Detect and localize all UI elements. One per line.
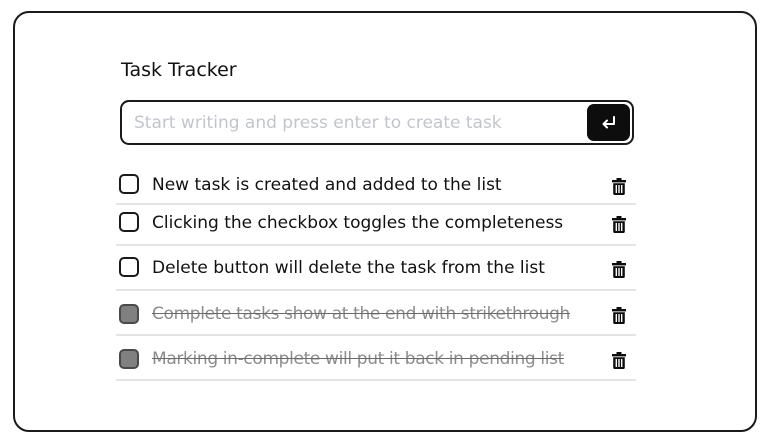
delete-task-button[interactable] xyxy=(610,259,628,279)
task-checkbox[interactable] xyxy=(119,212,139,232)
new-task-input[interactable] xyxy=(122,102,582,143)
task-item-completed: Complete tasks show at the end with stri… xyxy=(116,291,636,336)
task-checkbox[interactable] xyxy=(119,349,139,369)
task-item-completed: Marking in-complete will put it back in … xyxy=(116,336,636,381)
trash-icon xyxy=(612,306,626,324)
delete-task-button[interactable] xyxy=(610,305,628,325)
delete-task-button[interactable] xyxy=(610,176,628,196)
task-item: Clicking the checkbox toggles the comple… xyxy=(116,205,636,246)
trash-icon xyxy=(612,351,626,369)
page-title: Task Tracker xyxy=(121,59,237,81)
delete-task-button[interactable] xyxy=(610,214,628,234)
task-label: Complete tasks show at the end with stri… xyxy=(152,304,570,324)
task-item: New task is created and added to the lis… xyxy=(116,166,636,205)
trash-icon xyxy=(612,177,626,195)
task-label: New task is created and added to the lis… xyxy=(152,175,502,195)
task-label: Delete button will delete the task from … xyxy=(152,258,545,278)
new-task-field xyxy=(120,100,634,145)
task-checkbox[interactable] xyxy=(119,257,139,277)
delete-task-button[interactable] xyxy=(610,350,628,370)
task-checkbox[interactable] xyxy=(119,174,139,194)
enter-icon xyxy=(602,115,615,128)
trash-icon xyxy=(612,215,626,233)
task-item: Delete button will delete the task from … xyxy=(116,246,636,291)
task-label: Clicking the checkbox toggles the comple… xyxy=(152,213,564,233)
task-checkbox[interactable] xyxy=(119,304,139,324)
task-label: Marking in-complete will put it back in … xyxy=(152,349,564,369)
create-task-button[interactable] xyxy=(587,104,630,141)
trash-icon xyxy=(612,260,626,278)
